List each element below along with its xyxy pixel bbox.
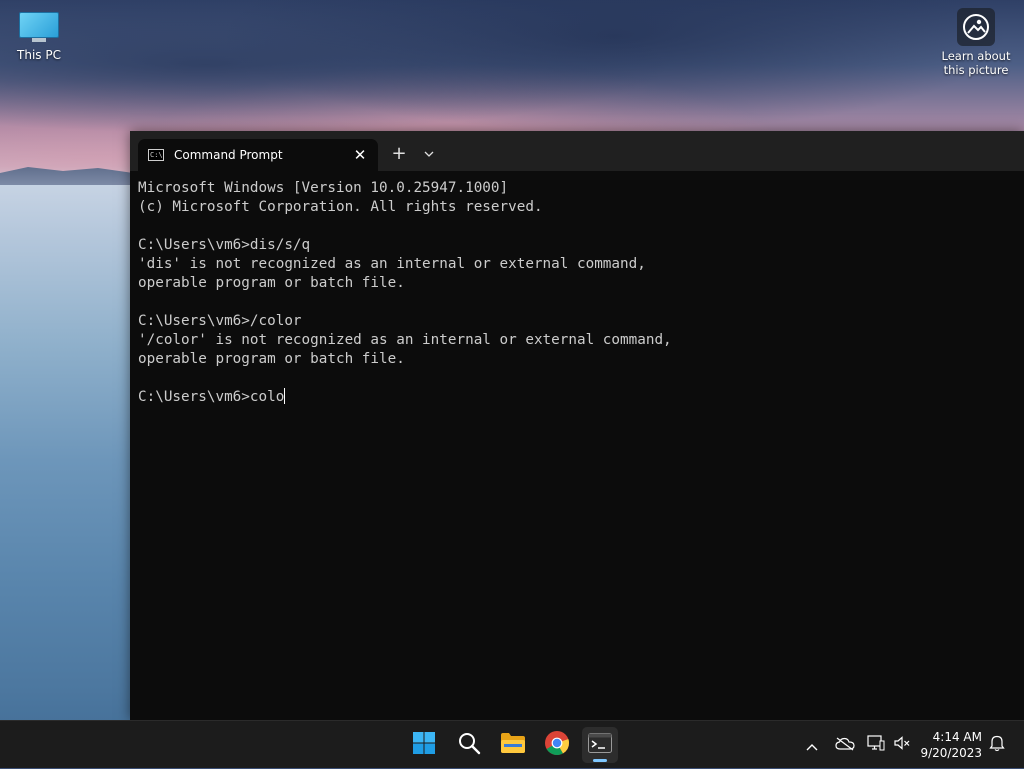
start-button[interactable]: [406, 727, 442, 763]
show-hidden-icons-button[interactable]: [800, 721, 824, 769]
chevron-down-icon[interactable]: [418, 143, 440, 165]
new-tab-button[interactable]: +: [388, 143, 410, 165]
this-pc-desktop-icon[interactable]: This PC: [10, 8, 68, 62]
current-prompt: C:\Users\vm6>colo: [138, 389, 285, 405]
terminal-icon: [588, 733, 612, 757]
console-line: 'dis' is not recognized as an internal o…: [138, 256, 646, 272]
active-indicator: [593, 759, 607, 762]
search-button[interactable]: [451, 727, 487, 763]
cloud-offline-icon: [835, 736, 855, 755]
console-line: operable program or batch file.: [138, 275, 405, 291]
network-icon: [867, 735, 885, 755]
console-line: Microsoft Windows [Version 10.0.25947.10…: [138, 180, 509, 196]
this-pc-label: This PC: [17, 48, 61, 62]
volume-muted-icon: [893, 735, 911, 755]
console-line: operable program or batch file.: [138, 351, 405, 367]
search-icon: [457, 731, 481, 759]
title-bar[interactable]: C:\ Command Prompt ✕ +: [130, 131, 1024, 171]
bell-icon: [989, 734, 1005, 756]
volume-tray-button[interactable]: [890, 721, 914, 769]
chevron-up-icon: [806, 736, 818, 755]
command-prompt-icon: C:\: [148, 149, 164, 161]
tab-title: Command Prompt: [174, 148, 283, 162]
learn-about-picture-desktop-icon[interactable]: Learn about this picture: [936, 8, 1016, 77]
learn-label-line2: this picture: [943, 63, 1009, 77]
taskbar: 4:14 AM 9/20/2023: [0, 720, 1024, 768]
windows-logo-icon: [412, 731, 436, 759]
console-line: C:\Users\vm6>/color: [138, 313, 302, 329]
learn-about-picture-icon: [957, 8, 995, 46]
chrome-icon: [544, 730, 570, 760]
file-explorer-button[interactable]: [495, 727, 531, 763]
chrome-button[interactable]: [539, 727, 575, 763]
clock-time: 4:14 AM: [932, 730, 982, 744]
monitor-icon: [19, 12, 59, 42]
terminal-button[interactable]: [582, 727, 618, 763]
console-line: (c) Microsoft Corporation. All rights re…: [138, 199, 543, 215]
clock-date: 9/20/2023: [920, 746, 982, 760]
current-prompt-line[interactable]: C:\Users\vm6>colo: [138, 388, 1016, 407]
folder-icon: [500, 732, 526, 758]
clock[interactable]: 4:14 AM 9/20/2023: [920, 729, 982, 761]
learn-label-line1: Learn about: [941, 49, 1011, 63]
console-line: C:\Users\vm6>dis/s/q: [138, 237, 311, 253]
terminal-window[interactable]: C:\ Command Prompt ✕ + Microsoft Windows…: [130, 131, 1024, 720]
tab-command-prompt[interactable]: C:\ Command Prompt ✕: [138, 139, 378, 171]
console-output[interactable]: Microsoft Windows [Version 10.0.25947.10…: [138, 179, 1016, 720]
console-line: '/color' is not recognized as an interna…: [138, 332, 672, 348]
network-tray-button[interactable]: [864, 721, 888, 769]
text-cursor: [284, 388, 286, 404]
close-tab-icon[interactable]: ✕: [350, 146, 370, 164]
onedrive-tray-button[interactable]: [832, 721, 858, 769]
notifications-button[interactable]: [984, 721, 1010, 769]
